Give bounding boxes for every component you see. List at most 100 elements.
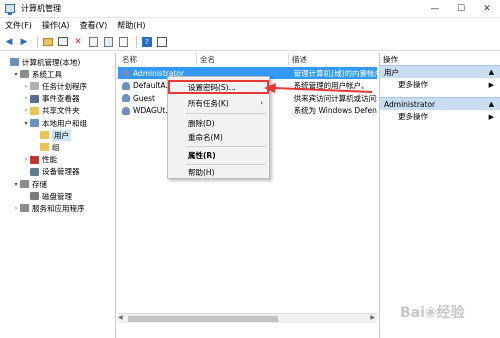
toolbar: ◀ ▶ ✕ ? (0, 33, 500, 51)
back-icon[interactable]: ◀ (3, 36, 15, 48)
tree-item[interactable]: 设备管理器 (22, 166, 80, 178)
context-menu: 设置密码(S)... 所有任务(K) › 删除(D) 重命名(M) 属性(R) 帮… (167, 76, 270, 179)
tree-item-label: 性能 (42, 155, 57, 165)
tree-item[interactable]: 计算机管理(本地) (2, 56, 80, 68)
annotation-arrow-icon (264, 83, 373, 93)
up-folder-icon[interactable] (42, 36, 54, 48)
properties-icon[interactable] (87, 36, 99, 48)
computer-management-icon (5, 4, 15, 15)
tree-item[interactable]: › 任务计划程序 (22, 80, 87, 92)
tree-item-label: 服务和应用程序 (32, 203, 85, 213)
tree-node-icon (30, 94, 39, 103)
tree-item[interactable]: › 事件查看器 (22, 93, 80, 105)
tree-item[interactable]: ▾ 系统工具 (12, 68, 62, 80)
show-hide-tree-icon[interactable] (57, 36, 69, 48)
more-actions-administrator[interactable]: 更多操作 ▶ (380, 110, 500, 123)
collapse-icon[interactable]: ▲ (489, 100, 494, 108)
expand-arrow-icon[interactable]: ▾ (12, 181, 20, 188)
tree-item-label: 磁盘管理 (42, 191, 72, 201)
watermark-logo: Bai❀经验 (400, 305, 465, 321)
tree-item-label: 存储 (32, 179, 47, 189)
forward-icon[interactable]: ▶ (18, 36, 30, 48)
actions-group-users[interactable]: 用户 ▲ (380, 65, 500, 78)
refresh-icon[interactable] (102, 36, 114, 48)
console-icon[interactable] (156, 36, 168, 48)
window-title: 计算机管理 (21, 4, 61, 13)
tree-item-label: 任务计划程序 (42, 81, 87, 91)
menu-file[interactable]: 文件(F) (0, 20, 37, 31)
column-name[interactable]: 名称 (122, 53, 137, 65)
collapse-icon[interactable]: ▲ (489, 68, 494, 76)
navigation-tree: 计算机管理(本地) ▾ 系统工具 › 任务计划程序 › 事件查看器 › 共享文件夹 ▾ 本地用户和组… (0, 53, 116, 338)
tree-item[interactable]: › 服务和应用程序 (12, 202, 85, 214)
more-actions-users[interactable]: 更多操作 ▶ (380, 78, 500, 91)
tree-node-icon (20, 204, 29, 213)
tree-item[interactable]: 用户 (32, 129, 71, 141)
expand-arrow-icon[interactable]: › (22, 107, 30, 114)
actions-title: 操作 (383, 54, 398, 64)
tree-node-icon (30, 167, 39, 176)
user-icon (122, 106, 130, 115)
actions-group-administrator[interactable]: Administrator ▲ (380, 97, 500, 110)
tree-item-label: 用户 (52, 129, 71, 141)
title-bar: 计算机管理 — ☐ ✕ (0, 0, 500, 18)
actions-pane: 操作 用户 ▲ 更多操作 ▶ Administrator ▲ 更多操作 ▶ (379, 53, 500, 338)
maximize-button[interactable]: ☐ (448, 0, 474, 18)
user-icon (122, 94, 130, 102)
expand-arrow-icon[interactable]: ▾ (22, 120, 30, 127)
rename-menu-item[interactable]: 重命名(M) (168, 130, 269, 144)
submenu-arrow-icon: ▶ (488, 80, 494, 89)
export-list-icon[interactable] (117, 36, 129, 48)
tree-node-icon (40, 143, 49, 152)
tree-item-label: 事件查看器 (42, 94, 80, 104)
tree-node-icon (20, 70, 29, 79)
delete-icon[interactable]: ✕ (72, 36, 84, 48)
tree-item[interactable]: ▾ 存储 (12, 178, 47, 190)
set-password-menu-item[interactable]: 设置密码(S)... (168, 80, 269, 94)
close-button[interactable]: ✕ (474, 0, 500, 18)
tree-item[interactable]: 磁盘管理 (22, 190, 72, 202)
submenu-arrow-icon: ▶ (488, 112, 494, 121)
tree-item-label: 计算机管理(本地) (22, 57, 81, 67)
all-tasks-menu-item[interactable]: 所有任务(K) › (168, 96, 269, 110)
tree-node-icon (30, 155, 39, 164)
menu-help[interactable]: 帮助(H) (112, 20, 150, 31)
help-icon[interactable]: ? (141, 36, 153, 48)
tree-item-label: 系统工具 (32, 69, 62, 79)
delete-menu-item[interactable]: 删除(D) (168, 116, 269, 130)
expand-arrow-icon[interactable]: › (22, 95, 30, 102)
tree-node-icon (30, 119, 39, 127)
expand-arrow-icon[interactable]: › (22, 83, 30, 90)
tree-item[interactable]: › 共享文件夹 (22, 105, 80, 117)
column-fullname[interactable]: 全名 (200, 53, 215, 65)
help-menu-item[interactable]: 帮助(H) (168, 165, 269, 179)
menu-bar: 文件(F) 操作(A) 查看(V) 帮助(H) (0, 18, 500, 33)
expand-arrow-icon[interactable]: ▾ (12, 71, 20, 78)
properties-menu-item[interactable]: 属性(R) (168, 148, 269, 162)
submenu-arrow-icon: › (260, 99, 263, 107)
column-description[interactable]: 描述 (292, 53, 307, 65)
tree-node-icon (40, 131, 49, 140)
tree-item[interactable]: › 性能 (22, 154, 57, 166)
expand-arrow-icon[interactable]: › (12, 205, 20, 212)
tree-item[interactable]: 组 (32, 141, 60, 153)
menu-view[interactable]: 查看(V) (75, 20, 113, 31)
horizontal-scrollbar[interactable]: ◀ ▶ (118, 313, 377, 323)
tree-item-label: 共享文件夹 (42, 106, 80, 116)
tree-item-label: 设备管理器 (42, 167, 80, 177)
user-icon (122, 69, 130, 77)
tree-node-icon (30, 106, 39, 115)
tree-node-icon (30, 82, 39, 91)
tree-item-label: 本地用户和组 (42, 118, 87, 128)
user-description: 管理计算机(域)的内置帐户 (293, 68, 378, 78)
minimize-button[interactable]: — (422, 0, 448, 18)
tree-node-icon (20, 180, 29, 188)
user-description: 系统为 Windows Defender 应用... (293, 106, 377, 115)
tree-item-label: 组 (52, 142, 60, 152)
expand-arrow-icon[interactable]: › (22, 156, 30, 163)
tree-item[interactable]: ▾ 本地用户和组 (22, 117, 87, 129)
menu-action[interactable]: 操作(A) (37, 20, 75, 31)
tree-node-icon (10, 58, 19, 66)
tree-node-icon (30, 192, 39, 201)
user-icon (122, 81, 130, 90)
